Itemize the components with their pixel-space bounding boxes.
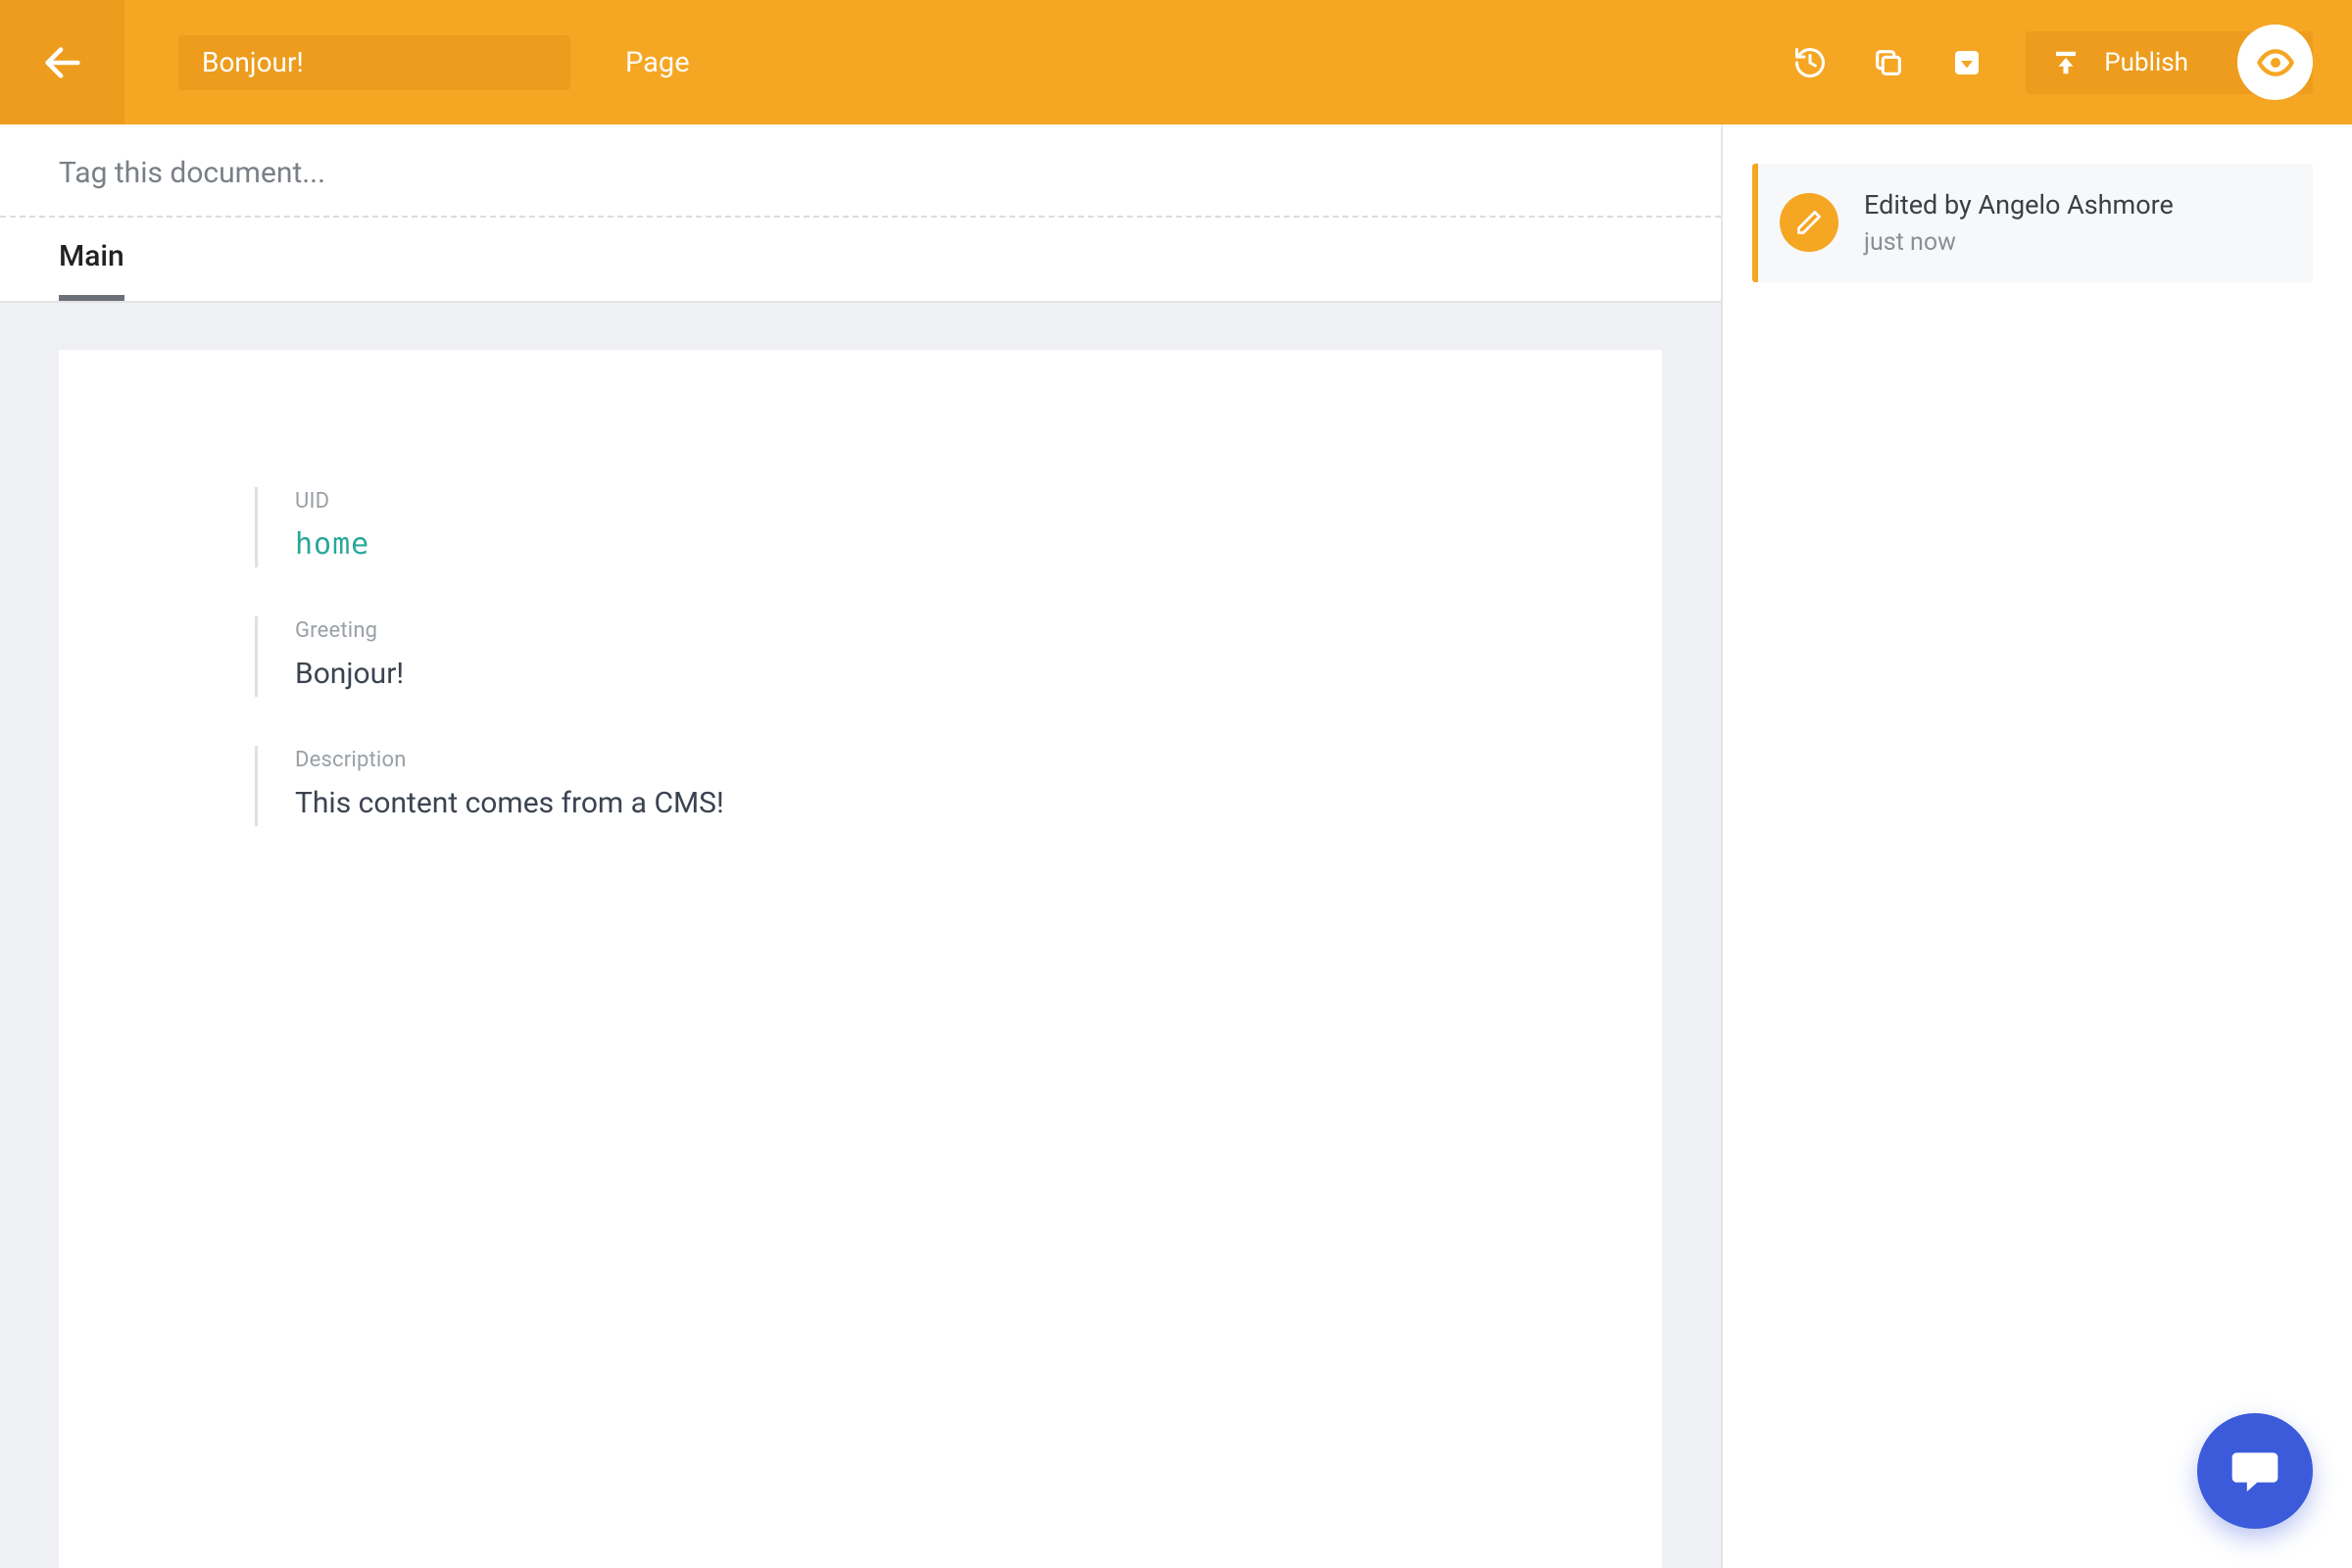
field-indicator xyxy=(255,487,258,567)
document-title-input[interactable]: Bonjour! xyxy=(178,35,570,90)
side-column: Edited by Angelo Ashmore just now xyxy=(1723,124,2352,1568)
field-greeting[interactable]: Greeting Bonjour! xyxy=(255,616,1525,697)
tag-placeholder: Tag this document... xyxy=(59,156,325,190)
activity-item[interactable]: Edited by Angelo Ashmore just now xyxy=(1752,164,2313,282)
field-uid-label: UID xyxy=(295,489,1525,514)
back-button[interactable] xyxy=(0,0,124,124)
upload-icon xyxy=(2051,48,2081,77)
activity-time: just now xyxy=(1864,228,2174,257)
field-indicator xyxy=(255,746,258,826)
field-description-label: Description xyxy=(295,748,1525,772)
header-actions: Publish xyxy=(1790,31,2352,94)
field-description[interactable]: Description This content comes from a CM… xyxy=(255,746,1525,826)
activity-title: Edited by Angelo Ashmore xyxy=(1864,189,2174,222)
tab-main-label: Main xyxy=(59,239,124,273)
chat-button[interactable] xyxy=(2197,1413,2313,1529)
editor-canvas-wrap: UID home Greeting Bonjour! Description xyxy=(0,303,1721,1568)
history-icon xyxy=(1792,45,1828,80)
tag-input[interactable]: Tag this document... xyxy=(0,124,1721,218)
preview-button[interactable] xyxy=(2237,24,2313,100)
document-type-label: Page xyxy=(625,46,690,79)
copy-button[interactable] xyxy=(1869,43,1908,82)
archive-button[interactable] xyxy=(1947,43,1986,82)
field-greeting-value[interactable]: Bonjour! xyxy=(295,657,1525,691)
pencil-icon xyxy=(1795,209,1823,236)
field-uid-value[interactable]: home xyxy=(295,527,1525,562)
publish-button[interactable]: Publish xyxy=(2026,31,2313,94)
chat-icon xyxy=(2228,1444,2282,1498)
tabs-bar: Main xyxy=(0,218,1721,303)
field-description-value[interactable]: This content comes from a CMS! xyxy=(295,786,1525,820)
field-greeting-label: Greeting xyxy=(295,618,1525,643)
document-title-text: Bonjour! xyxy=(202,46,304,78)
history-button[interactable] xyxy=(1790,43,1830,82)
field-indicator xyxy=(255,616,258,697)
tab-main[interactable]: Main xyxy=(59,239,124,301)
arrow-left-icon xyxy=(40,40,85,85)
app-header: Bonjour! Page xyxy=(0,0,2352,124)
main-column: Tag this document... Main UID home xyxy=(0,124,1723,1568)
archive-icon xyxy=(1951,47,1983,78)
activity-edit-icon-wrap xyxy=(1780,193,1838,252)
editor-canvas: UID home Greeting Bonjour! Description xyxy=(59,350,1662,1568)
copy-icon xyxy=(1872,46,1905,79)
field-uid[interactable]: UID home xyxy=(255,487,1525,567)
publish-label: Publish xyxy=(2104,48,2208,77)
eye-icon xyxy=(2256,43,2295,82)
